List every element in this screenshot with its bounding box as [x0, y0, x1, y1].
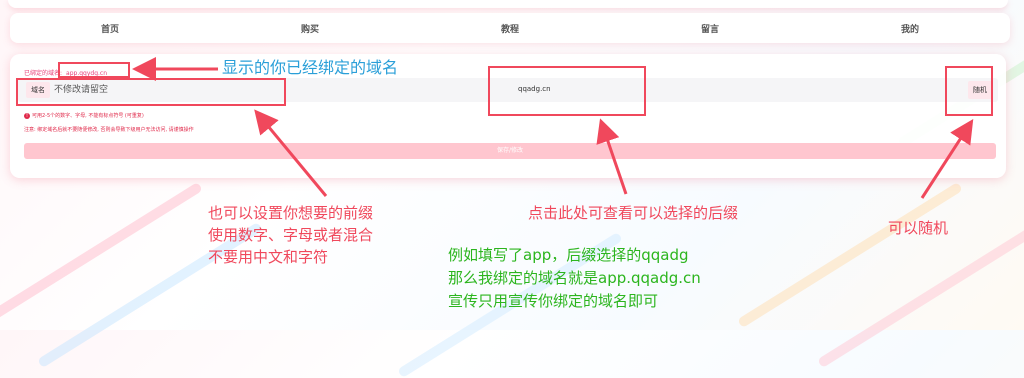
arrow-random	[920, 118, 974, 199]
annotation-prefix: 也可以设置你想要的前缀 使用数字、字母或者混合 不要用中文和字符	[208, 202, 373, 268]
annotation-example-line: 那么我绑定的域名就是app.qqadg.cn	[448, 269, 701, 287]
annotation-suffix: 点击此处可查看可以选择的后缀	[528, 204, 739, 222]
annotation-example: 例如填写了app，后缀选择的qqadg 那么我绑定的域名就是app.qqadg.…	[448, 244, 701, 313]
annotation-prefix-line: 也可以设置你想要的前缀	[208, 204, 374, 222]
annotation-prefix-line: 使用数字、字母或者混合	[208, 226, 374, 244]
annotation-random: 可以随机	[888, 219, 949, 237]
arrow-suffix	[596, 118, 628, 195]
annotation-prefix-line: 不要用中文和字符	[208, 248, 329, 266]
annotation-example-line: 例如填写了app，后缀选择的qqadg	[448, 246, 689, 264]
arrow-prefix	[254, 109, 328, 197]
annotation-example-line: 宣传只用宣传你绑定的域名即可	[448, 292, 659, 310]
annotation-bound-domain: 显示的你已经绑定的域名	[222, 58, 399, 77]
